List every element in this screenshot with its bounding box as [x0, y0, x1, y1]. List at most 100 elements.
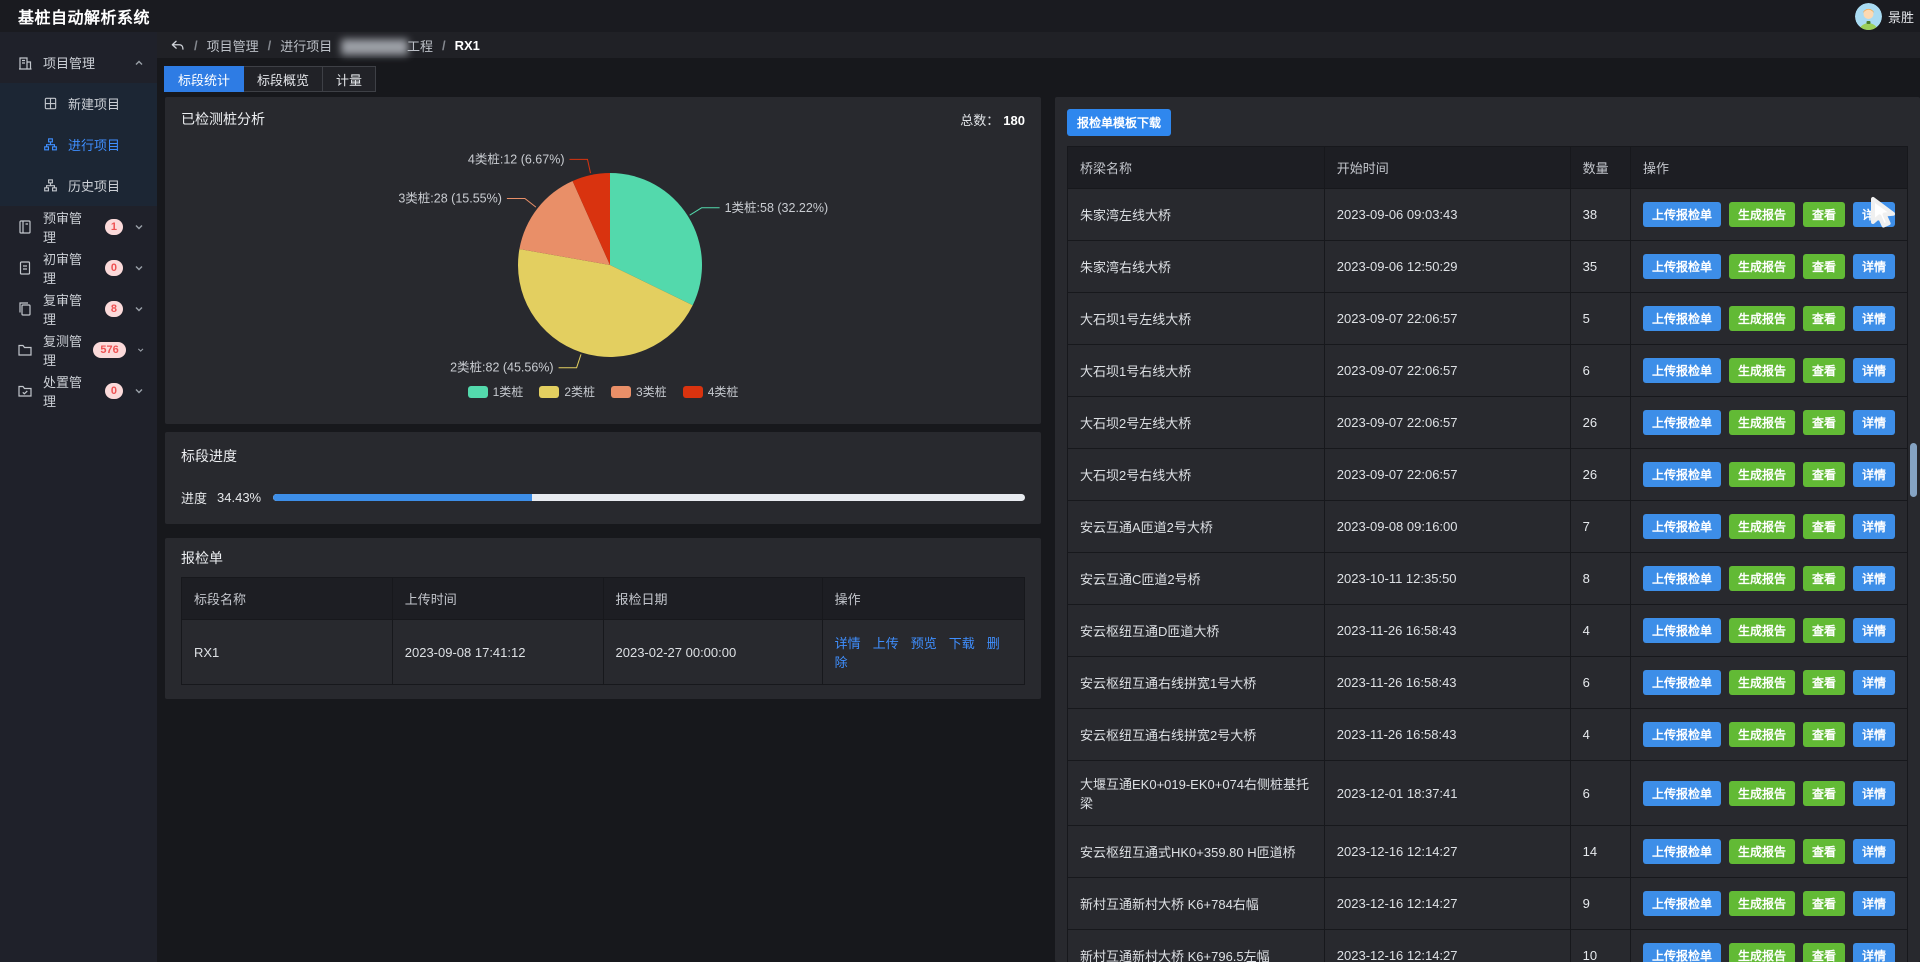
view-button[interactable]: 查看: [1803, 839, 1845, 864]
view-button[interactable]: 查看: [1803, 891, 1845, 916]
breadcrumb-item-project[interactable]: ████████工程: [341, 36, 433, 55]
sidebar-item-new-project[interactable]: 新建项目: [0, 83, 157, 124]
generate-report-button[interactable]: 生成报告: [1729, 462, 1795, 487]
upload-inspection-button[interactable]: 上传报检单: [1643, 358, 1721, 383]
tab-section-statistics[interactable]: 标段统计: [164, 66, 244, 92]
detail-button[interactable]: 详情: [1853, 670, 1895, 695]
progress-percent: 34.43%: [217, 490, 261, 505]
detail-button[interactable]: 详情: [1853, 306, 1895, 331]
start-time-cell: 2023-12-16 12:14:27: [1324, 878, 1570, 930]
start-time-cell: 2023-11-26 16:58:43: [1324, 709, 1570, 761]
detail-button[interactable]: 详情: [1853, 202, 1895, 227]
upload-inspection-button[interactable]: 上传报检单: [1643, 254, 1721, 279]
legend-item-1类桩[interactable]: 1类桩: [468, 383, 524, 400]
detail-button[interactable]: 详情: [1853, 566, 1895, 591]
detail-button[interactable]: 详情: [1853, 410, 1895, 435]
detail-button[interactable]: 详情: [1853, 891, 1895, 916]
upload-inspection-button[interactable]: 上传报检单: [1643, 462, 1721, 487]
pile-pie-chart[interactable]: 1类桩:58 (32.22%)2类桩:82 (45.56%)3类桩:28 (15…: [181, 129, 1024, 381]
detail-button[interactable]: 详情: [1853, 462, 1895, 487]
upload-inspection-button[interactable]: 上传报检单: [1643, 410, 1721, 435]
breadcrumb-item[interactable]: 项目管理: [207, 36, 259, 55]
upload-inspection-button[interactable]: 上传报检单: [1643, 722, 1721, 747]
tab-measurement[interactable]: 计量: [322, 66, 376, 92]
generate-report-button[interactable]: 生成报告: [1729, 839, 1795, 864]
generate-report-button[interactable]: 生成报告: [1729, 514, 1795, 539]
user-name: 景胜: [1888, 7, 1914, 26]
generate-report-button[interactable]: 生成报告: [1729, 358, 1795, 383]
generate-report-button[interactable]: 生成报告: [1729, 891, 1795, 916]
detail-link[interactable]: 详情: [835, 636, 861, 651]
project-icon: [17, 55, 33, 71]
detail-button[interactable]: 详情: [1853, 254, 1895, 279]
generate-report-button[interactable]: 生成报告: [1729, 202, 1795, 227]
view-button[interactable]: 查看: [1803, 618, 1845, 643]
upload-inspection-button[interactable]: 上传报检单: [1643, 839, 1721, 864]
view-button[interactable]: 查看: [1803, 514, 1845, 539]
user-menu[interactable]: 景胜: [1855, 3, 1914, 30]
view-button[interactable]: 查看: [1803, 670, 1845, 695]
upload-inspection-button[interactable]: 上传报检单: [1643, 943, 1721, 962]
view-button[interactable]: 查看: [1803, 410, 1845, 435]
view-button[interactable]: 查看: [1803, 254, 1845, 279]
generate-report-button[interactable]: 生成报告: [1729, 306, 1795, 331]
bridge-name-cell: 大石坝2号右线大桥: [1068, 449, 1325, 501]
sidebar-item-disposal[interactable]: 处置管理 0: [0, 370, 157, 411]
sidebar-item-retest[interactable]: 复测管理 576: [0, 329, 157, 370]
sidebar-item-project-management[interactable]: 项目管理: [0, 42, 157, 83]
detail-button[interactable]: 详情: [1853, 618, 1895, 643]
table-row: 安云互通C匝道2号桥2023-10-11 12:35:508上传报检单生成报告查…: [1068, 553, 1908, 605]
upload-inspection-button[interactable]: 上传报检单: [1643, 891, 1721, 916]
template-download-button[interactable]: 报检单模板下载: [1067, 109, 1171, 136]
upload-inspection-button[interactable]: 上传报检单: [1643, 566, 1721, 591]
generate-report-button[interactable]: 生成报告: [1729, 781, 1795, 806]
legend-item-4类桩[interactable]: 4类桩: [683, 383, 739, 400]
generate-report-button[interactable]: 生成报告: [1729, 618, 1795, 643]
bridge-name-cell: 大石坝2号左线大桥: [1068, 397, 1325, 449]
view-button[interactable]: 查看: [1803, 566, 1845, 591]
detail-button[interactable]: 详情: [1853, 358, 1895, 383]
sidebar-item-re-review[interactable]: 复审管理 8: [0, 288, 157, 329]
breadcrumb-item[interactable]: 进行项目: [280, 36, 332, 55]
generate-report-button[interactable]: 生成报告: [1729, 410, 1795, 435]
tab-section-overview[interactable]: 标段概览: [243, 66, 323, 92]
download-link[interactable]: 下载: [949, 636, 975, 651]
back-icon[interactable]: [170, 38, 185, 53]
upload-inspection-button[interactable]: 上传报检单: [1643, 618, 1721, 643]
view-button[interactable]: 查看: [1803, 202, 1845, 227]
preview-link[interactable]: 预览: [911, 636, 937, 651]
avatar[interactable]: [1855, 3, 1882, 30]
generate-report-button[interactable]: 生成报告: [1729, 943, 1795, 962]
view-button[interactable]: 查看: [1803, 781, 1845, 806]
upload-inspection-button[interactable]: 上传报检单: [1643, 514, 1721, 539]
view-button[interactable]: 查看: [1803, 943, 1845, 962]
upload-inspection-button[interactable]: 上传报检单: [1643, 306, 1721, 331]
upload-inspection-button[interactable]: 上传报检单: [1643, 202, 1721, 227]
detail-button[interactable]: 详情: [1853, 839, 1895, 864]
sidebar-item-history-project[interactable]: 历史项目: [0, 165, 157, 206]
upload-link[interactable]: 上传: [873, 636, 899, 651]
generate-report-button[interactable]: 生成报告: [1729, 670, 1795, 695]
legend-item-2类桩[interactable]: 2类桩: [539, 383, 595, 400]
detail-button[interactable]: 详情: [1853, 722, 1895, 747]
start-time-cell: 2023-09-08 09:16:00: [1324, 501, 1570, 553]
generate-report-button[interactable]: 生成报告: [1729, 566, 1795, 591]
generate-report-button[interactable]: 生成报告: [1729, 722, 1795, 747]
legend-item-3类桩[interactable]: 3类桩: [611, 383, 667, 400]
detail-button[interactable]: 详情: [1853, 943, 1895, 962]
sidebar-item-ongoing-project[interactable]: 进行项目: [0, 124, 157, 165]
view-button[interactable]: 查看: [1803, 722, 1845, 747]
detail-button[interactable]: 详情: [1853, 514, 1895, 539]
view-button[interactable]: 查看: [1803, 358, 1845, 383]
detail-button[interactable]: 详情: [1853, 781, 1895, 806]
scrollbar-thumb[interactable]: [1910, 443, 1917, 497]
bridge-name-cell: 新村互通新村大桥 K6+784右幅: [1068, 878, 1325, 930]
upload-inspection-button[interactable]: 上传报检单: [1643, 781, 1721, 806]
upload-inspection-button[interactable]: 上传报检单: [1643, 670, 1721, 695]
generate-report-button[interactable]: 生成报告: [1729, 254, 1795, 279]
view-button[interactable]: 查看: [1803, 306, 1845, 331]
view-button[interactable]: 查看: [1803, 462, 1845, 487]
sidebar-item-pre-review[interactable]: 预审管理 1: [0, 206, 157, 247]
sidebar-item-initial-review[interactable]: 初审管理 0: [0, 247, 157, 288]
notebook-icon: [17, 219, 33, 235]
